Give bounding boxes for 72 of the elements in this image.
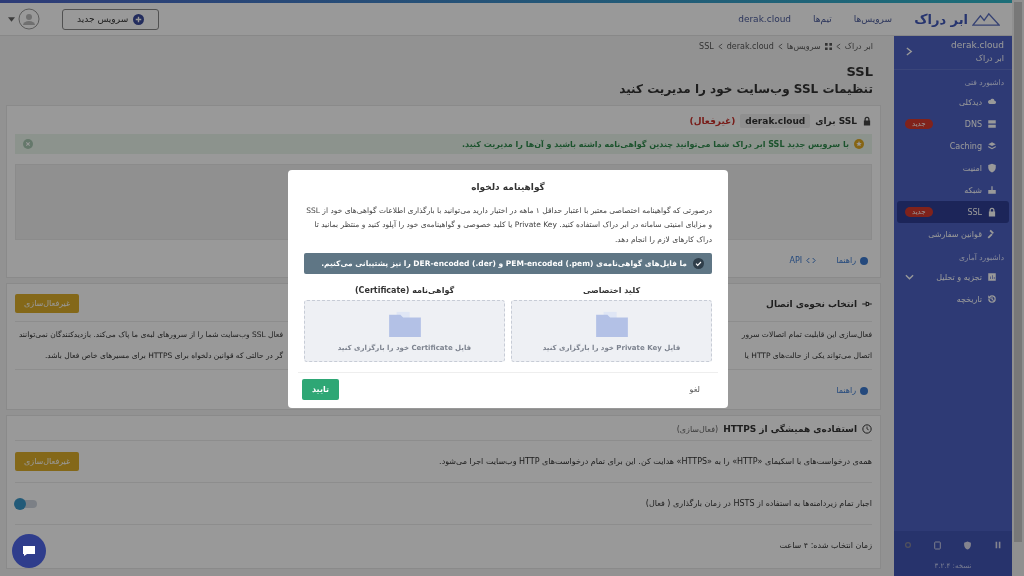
cloud-icon	[987, 97, 997, 107]
sidebar-item[interactable]: شبکه	[897, 179, 1009, 201]
breadcrumb-link[interactable]: سرویس‌ها	[786, 42, 821, 51]
cancel-button[interactable]: لغو	[685, 380, 704, 398]
sidebar-item[interactable]: تاریخچه	[897, 288, 1009, 310]
help-icon	[860, 256, 868, 265]
domain-name: derak.cloud	[951, 40, 1004, 50]
api-link[interactable]: API	[789, 256, 817, 265]
star-badge-icon	[854, 139, 864, 149]
chat-icon	[22, 545, 36, 557]
pause-icon[interactable]	[994, 541, 1002, 549]
history-icon	[987, 294, 997, 304]
folder-icon	[387, 309, 422, 338]
sidebar-item[interactable]: Caching	[897, 135, 1009, 157]
lock-icon	[862, 116, 872, 126]
shield-icon[interactable]	[963, 541, 972, 550]
page-subtitle: تنظیمات SSL وب‌سایت خود را مدیریت کنید	[618, 82, 873, 96]
breadcrumb-separator-icon	[777, 43, 783, 50]
brand-name[interactable]: ابر دراک	[914, 11, 968, 27]
alert-text: با سرویس جدید SSL ابر دراک شما می‌توانید چندین گواهی‌نامه داشته باشید و آن‌ها را مدیریت کنید.	[462, 139, 849, 149]
server-icon	[987, 119, 997, 129]
upload-label: کلید اختصاصی	[582, 285, 641, 295]
new-service-button[interactable]: سرویس جدید	[62, 8, 160, 30]
lock-icon	[987, 207, 997, 217]
state-label: (فعال‌سازی)	[676, 424, 719, 434]
layers-icon	[987, 141, 997, 151]
caret-icon[interactable]	[8, 16, 15, 22]
gavel-icon	[987, 229, 997, 239]
time-text: زمان انتخاب شده: ۴ ساعت	[779, 540, 872, 552]
nav-link[interactable]: تیم‌ها	[813, 14, 832, 24]
breadcrumb-separator-icon	[717, 43, 723, 50]
help-link[interactable]: راهنما	[836, 386, 868, 395]
code-icon	[806, 257, 817, 264]
dialog-title: گواهینامه دلخواه	[470, 181, 546, 195]
section-title: استفاده‌ی همیشگی از HTTPS	[723, 424, 857, 434]
sidebar-item[interactable]: امنیت	[897, 157, 1009, 179]
network-icon	[987, 185, 997, 195]
confirm-button[interactable]: تایید	[302, 378, 339, 400]
sidebar-item[interactable]: تجزیه و تحلیل	[897, 266, 1009, 288]
help-link[interactable]: راهنما	[836, 256, 868, 265]
chart-icon	[987, 272, 997, 282]
breadcrumb-separator-icon	[835, 43, 841, 50]
sidebar-item[interactable]: دیدکلی	[897, 91, 1009, 113]
chevron-icon[interactable]	[906, 47, 913, 56]
chevron-down-icon[interactable]	[905, 274, 914, 280]
breadcrumb-link[interactable]: derak.cloud	[726, 42, 774, 51]
breadcrumb-link[interactable]: ابر دراک	[844, 42, 873, 51]
clock-icon	[862, 424, 872, 434]
breadcrumb-link[interactable]: SSL	[699, 42, 714, 51]
domain-subtitle: ابر دراک	[974, 54, 1004, 63]
ssl-label: SSL برای	[815, 116, 857, 126]
plus-circle-icon	[133, 13, 145, 25]
folder-icon	[594, 309, 629, 338]
sidebar-item[interactable]: قوانین سفارشی	[897, 223, 1009, 245]
hsts-toggle[interactable]	[15, 499, 37, 508]
nav-link[interactable]: derak.cloud	[738, 14, 792, 24]
mountain-logo-icon	[972, 11, 1000, 27]
avatar-icon[interactable]	[18, 8, 40, 30]
upload-label: گواهی‌نامه (Certificate)	[354, 285, 455, 295]
check-circle-icon	[693, 257, 704, 269]
help-icon	[860, 386, 868, 395]
page-title: SSL	[845, 64, 873, 79]
section-title: انتخاب نحوه‌ی اتصال	[766, 298, 857, 309]
plug-icon	[862, 299, 872, 308]
grid-icon	[824, 43, 832, 50]
domain-chip: derak.cloud	[740, 114, 811, 128]
hsts-text: اجبار تمام زیردامنه‌ها به استفاده از HSTS در زمان بارگذاری ( فعال)	[645, 498, 872, 510]
status-label: (غیرفعال)	[689, 116, 736, 126]
phone-icon[interactable]	[934, 541, 941, 550]
redirect-text: همه‌ی درخواست‌های با اسکیمای «HTTP» را به «HTTPS» هدایت کن. این برای تمام درخواست‌های HTTP وب‌سایت اجرا می‌شود.	[439, 456, 872, 468]
nav-link[interactable]: سرویس‌ها	[853, 14, 893, 24]
shield-icon	[987, 163, 997, 173]
